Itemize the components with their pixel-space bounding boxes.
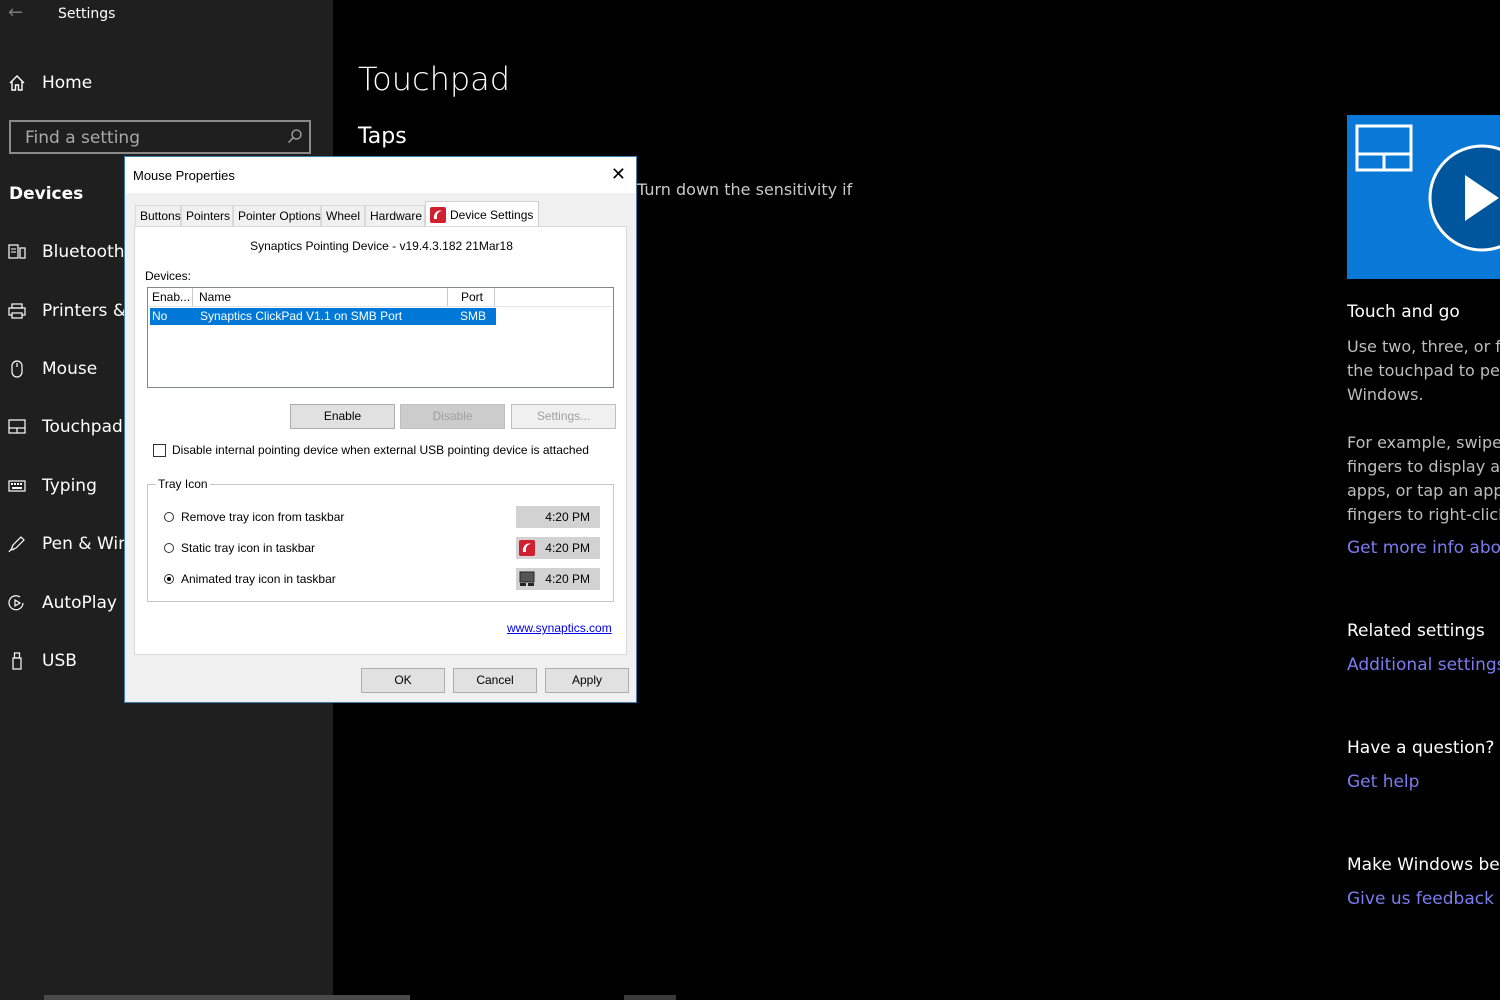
synaptics-link[interactable]: www.synaptics.com: [507, 621, 612, 635]
window-titlebar: ← Settings: [0, 0, 333, 30]
tray-preview-animated: 4:20 PM: [516, 568, 600, 590]
tray-time: 4:20 PM: [545, 572, 590, 586]
play-icon[interactable]: [1427, 143, 1500, 257]
radio-static-tray[interactable]: Static tray icon in taskbar: [164, 541, 315, 555]
feedback-header: Make Windows better: [1347, 855, 1500, 875]
printer-icon: [8, 302, 26, 320]
feedback-link[interactable]: Give us feedback: [1347, 889, 1494, 909]
apply-button[interactable]: Apply: [545, 668, 629, 693]
tray-time: 4:20 PM: [545, 510, 590, 524]
synaptics-logo-icon: [430, 207, 446, 223]
settings-button[interactable]: Settings...: [511, 404, 616, 429]
device-title: Synaptics Pointing Device - v19.4.3.182 …: [250, 239, 513, 253]
related-settings-header: Related settings: [1347, 621, 1485, 641]
radio-animated-tray[interactable]: Animated tray icon in taskbar: [164, 572, 336, 586]
nav-home-label: Home: [42, 73, 93, 93]
info-paragraph-2: For example, swipe upfingers to display …: [1347, 433, 1500, 524]
home-icon: [8, 74, 26, 92]
tab-pointer-options[interactable]: Pointer Options: [233, 205, 321, 227]
sidebar-item-label: Mouse: [42, 359, 98, 379]
mouse-icon: [8, 360, 26, 378]
app-title: Settings: [58, 6, 116, 22]
radio-button-selected[interactable]: [164, 574, 174, 584]
more-info-link[interactable]: Get more info about T: [1347, 538, 1500, 558]
tab-device-settings-label: Device Settings: [450, 208, 534, 222]
search-input[interactable]: [23, 126, 277, 150]
tray-preview-static: 4:20 PM: [516, 537, 600, 559]
devices-list[interactable]: Enab... Name Port No Synaptics ClickPad …: [147, 287, 614, 388]
taps-description: Turn down the sensitivity if: [637, 180, 853, 199]
horizontal-scrollbar-thumb[interactable]: [624, 995, 676, 1000]
row-name: Synaptics ClickPad V1.1 on SMB Port: [200, 309, 403, 323]
synaptics-tray-icon: [519, 540, 535, 563]
radio-label: Remove tray icon from taskbar: [181, 510, 345, 524]
get-help-link[interactable]: Get help: [1347, 772, 1419, 792]
tray-time: 4:20 PM: [545, 541, 590, 555]
pen-icon: [8, 535, 26, 553]
radio-button[interactable]: [164, 543, 174, 553]
search-icon[interactable]: [287, 128, 303, 148]
close-icon[interactable]: ✕: [611, 164, 626, 185]
sidebar-item-label: Touchpad: [42, 417, 123, 437]
question-header: Have a question?: [1347, 738, 1495, 758]
tab-wheel[interactable]: Wheel: [321, 205, 365, 227]
disable-button[interactable]: Disable: [400, 404, 505, 429]
sidebar-item-label: USB: [42, 651, 77, 671]
video-thumbnail[interactable]: [1347, 115, 1500, 279]
nav-home[interactable]: Home: [8, 70, 92, 96]
radio-label: Static tray icon in taskbar: [181, 541, 316, 555]
mouse-properties-dialog: Mouse Properties ✕ Buttons Pointers Poin…: [124, 156, 637, 703]
search-box: [9, 120, 311, 154]
keyboard-icon: [8, 477, 26, 495]
page-title: Touchpad: [358, 60, 511, 98]
autoplay-icon: [8, 594, 26, 612]
row-port: SMB: [460, 309, 487, 323]
ok-button[interactable]: OK: [361, 668, 445, 693]
tray-preview-none: 4:20 PM: [516, 506, 600, 528]
section-title-taps: Taps: [358, 124, 407, 149]
dialog-titlebar[interactable]: Mouse Properties ✕: [125, 157, 636, 193]
list-header: Enab... Name Port: [148, 288, 613, 307]
radio-remove-tray[interactable]: Remove tray icon from taskbar: [164, 510, 344, 524]
cancel-button[interactable]: Cancel: [453, 668, 537, 693]
sidebar-item-label: Typing: [42, 476, 97, 496]
usb-icon: [8, 652, 26, 670]
table-row[interactable]: No Synaptics ClickPad V1.1 on SMB Port S…: [150, 308, 496, 325]
touchpad-icon: [8, 418, 26, 436]
column-port[interactable]: Port: [448, 288, 495, 306]
info-paragraph-1: Use two, three, or fourthe touchpad to p…: [1347, 337, 1500, 404]
back-arrow-icon[interactable]: ←: [8, 2, 23, 23]
additional-settings-link[interactable]: Additional settings: [1347, 655, 1500, 675]
tab-pointers[interactable]: Pointers: [181, 205, 233, 227]
enable-button[interactable]: Enable: [290, 404, 395, 429]
touchpad-illustration-icon: [1355, 124, 1413, 178]
checkbox-label: Disable internal pointing device when ex…: [172, 443, 589, 457]
section-header-devices: Devices: [9, 184, 84, 204]
device-settings-panel: Synaptics Pointing Device - v19.4.3.182 …: [134, 226, 627, 655]
disable-internal-checkbox[interactable]: [153, 443, 166, 457]
tray-icon-group: Tray Icon Remove tray icon from taskbar …: [147, 477, 614, 602]
tab-hardware[interactable]: Hardware: [365, 205, 425, 227]
bluetooth-devices-icon: [8, 243, 26, 261]
column-name[interactable]: Name: [193, 288, 448, 306]
devices-label: Devices:: [145, 269, 192, 283]
right-info-column: Touch and go Use two, three, or fourthe …: [1347, 0, 1500, 1000]
radio-label: Animated tray icon in taskbar: [181, 572, 336, 586]
group-label: Tray Icon: [156, 477, 210, 491]
horizontal-scrollbar[interactable]: [44, 995, 410, 1000]
radio-button[interactable]: [164, 512, 174, 522]
touchpad-tray-icon: [519, 571, 535, 594]
disable-internal-checkbox-row[interactable]: Disable internal pointing device when ex…: [153, 443, 589, 457]
column-enabled[interactable]: Enab...: [148, 288, 193, 306]
sidebar-item-label: AutoPlay: [42, 593, 117, 613]
tab-device-settings[interactable]: Device Settings: [425, 201, 539, 228]
video-title: Touch and go: [1347, 302, 1460, 322]
row-enabled: No: [152, 309, 168, 323]
dialog-title: Mouse Properties: [133, 168, 235, 183]
tab-buttons[interactable]: Buttons: [135, 205, 181, 227]
